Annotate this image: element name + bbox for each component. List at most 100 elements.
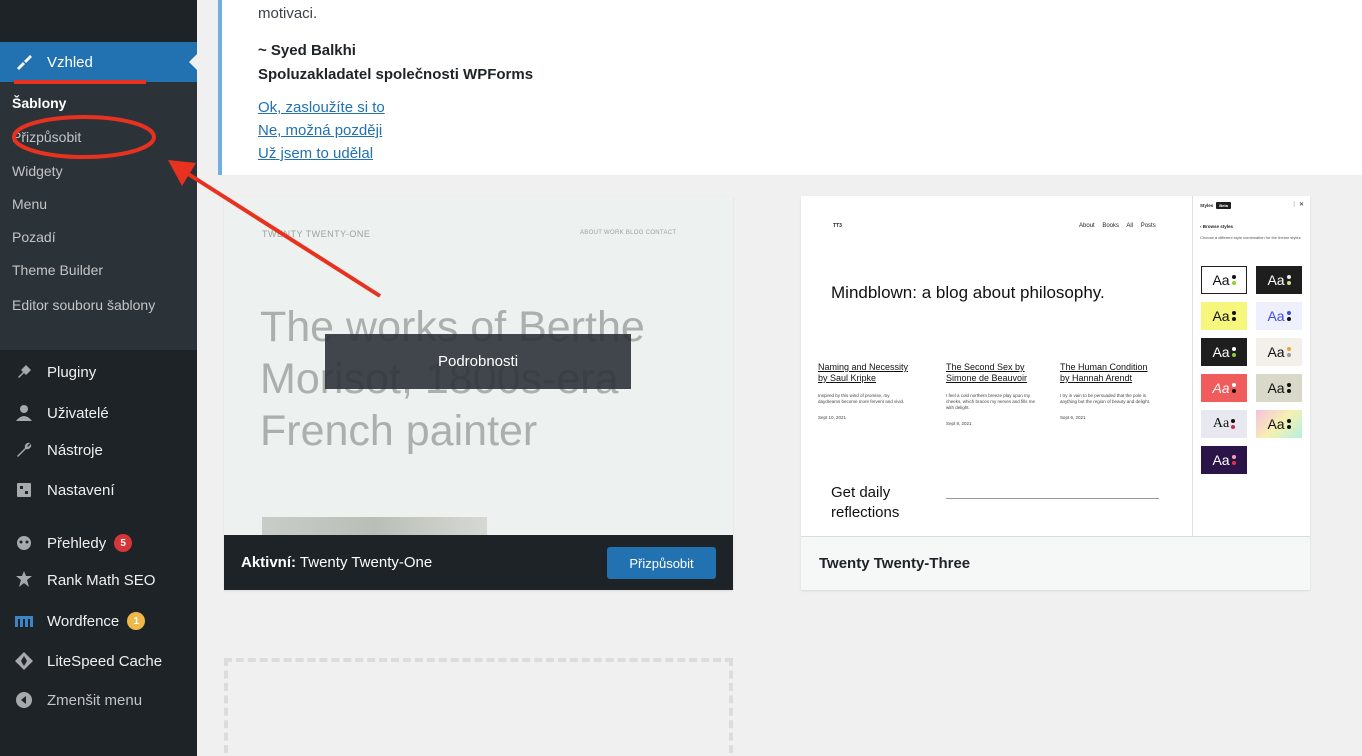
customize-button[interactable]: Přizpůsobit — [607, 547, 716, 579]
menu-nastaveni-label: Nastavení — [47, 481, 115, 499]
prehledy-badge: 5 — [114, 534, 133, 552]
users-icon — [14, 403, 34, 423]
litespeed-icon — [14, 651, 34, 671]
menu-nastaveni[interactable]: Nastavení — [0, 470, 197, 510]
preview-post-title: The Human Condition by Hannah Arendt — [1060, 362, 1148, 383]
swatch-label: Aa — [1212, 344, 1230, 360]
theme-card-twenty-twenty-one[interactable]: TWENTY TWENTY-ONE ABOUT WORK BLOG CONTAC… — [224, 196, 733, 590]
admin-sidebar: Vzhled Šablony Přizpůsobit Widgety Menu … — [0, 0, 197, 756]
styles-panel: Styles Beta ⋮ ✕ ‹ Browse styles Choose a … — [1192, 196, 1310, 536]
preview-post-title: Naming and Necessity by Saul Kripke — [818, 362, 909, 383]
menu-nastroje[interactable]: Nástroje — [0, 430, 197, 470]
preview-post-date: Sept 6, 2021 — [1060, 415, 1086, 420]
swatch-label: Aa — [1267, 344, 1285, 360]
theme-card-twenty-twenty-three[interactable]: TT3 About Books All Posts Mindblown: a b… — [801, 196, 1310, 590]
swatch-label: Aa — [1212, 452, 1230, 468]
menu-wordfence[interactable]: Wordfence 1 — [0, 601, 197, 641]
add-new-theme-card[interactable] — [224, 658, 733, 756]
browse-styles: ‹ Browse styles — [1200, 224, 1234, 229]
menu-rank-math[interactable]: Rank Math SEO — [0, 560, 197, 600]
style-swatch: Aa — [1201, 338, 1247, 366]
wordfence-badge: 1 — [127, 612, 146, 630]
active-prefix: Aktivní: — [241, 554, 297, 571]
menu-uzivatele-label: Uživatelé — [47, 404, 109, 422]
style-swatch: Aa — [1256, 338, 1302, 366]
preview-logo: TT3 — [833, 223, 842, 229]
menu-pluginy[interactable]: Pluginy — [0, 352, 197, 392]
rank-math-icon — [14, 570, 34, 590]
submenu-theme-builder[interactable]: Theme Builder — [12, 262, 103, 278]
submenu-widgety[interactable]: Widgety — [12, 163, 63, 179]
preview-post-excerpt: I try in vain to be persuaded that the p… — [1060, 393, 1151, 404]
active-theme-name: Twenty Twenty-One — [299, 554, 433, 571]
collapse-icon — [14, 690, 34, 710]
active-theme-label: Aktivní: Twenty Twenty-One — [241, 554, 432, 571]
brush-icon — [14, 52, 34, 72]
swatch-label: Aa — [1267, 380, 1285, 396]
menu-nastroje-label: Nástroje — [47, 441, 103, 459]
preview-daily: Get daily reflections — [831, 484, 900, 521]
current-menu-arrow — [189, 54, 197, 70]
style-swatch: Aa — [1201, 302, 1247, 330]
submenu-pozadi[interactable]: Pozadí — [12, 229, 56, 245]
menu-litespeed[interactable]: LiteSpeed Cache — [0, 641, 197, 681]
preview-post-excerpt: Inspired by this wind of promise, my day… — [818, 393, 905, 404]
wrench-icon — [14, 440, 34, 460]
preview-brand: TWENTY TWENTY-ONE — [262, 229, 371, 239]
submenu-menu[interactable]: Menu — [12, 196, 47, 212]
settings-icon — [14, 480, 34, 500]
preview-photo — [262, 517, 487, 535]
submenu-prizpusobit[interactable]: Přizpůsobit — [12, 129, 81, 145]
menu-prehledy-label: Přehledy — [47, 534, 107, 552]
swatch-label: Aa — [1212, 272, 1230, 288]
theme-details-button[interactable]: Podrobnosti — [325, 334, 631, 389]
styles-beta-badge: Beta — [1216, 202, 1231, 209]
preview-title: Mindblown: a blog about philosophy. — [831, 283, 1105, 302]
theme-name: Twenty Twenty-Three — [819, 555, 971, 572]
menu-pluginy-label: Pluginy — [47, 363, 97, 381]
swatch-label: Aa — [1212, 416, 1230, 431]
swatch-label: Aa — [1267, 308, 1285, 324]
review-notice: motivaci. ~ Syed Balkhi Spoluzakladatel … — [218, 0, 1362, 175]
notice-link-ok[interactable]: Ok, zasloužíte si to — [258, 99, 385, 116]
vzhled-submenu: Šablony Přizpůsobit Widgety Menu Pozadí … — [0, 82, 197, 350]
menu-collapse[interactable]: Zmenšit menu — [0, 680, 197, 720]
preview-post: The Second Sex by Simone de Beauvoir I f… — [946, 362, 1040, 426]
styles-close-icon: ⋮ ✕ — [1291, 202, 1304, 208]
menu-rank-math-label: Rank Math SEO — [47, 571, 156, 589]
theme-footer: Twenty Twenty-Three — [801, 536, 1310, 590]
menu-litespeed-label: LiteSpeed Cache — [47, 652, 163, 670]
style-swatch: Aa — [1256, 374, 1302, 402]
menu-collapse-label: Zmenšit menu — [47, 691, 143, 709]
monsterinsights-icon — [14, 533, 34, 553]
notice-author-role: Spoluzakladatel společnosti WPForms — [258, 66, 534, 83]
menu-vzhled[interactable]: Vzhled — [0, 42, 197, 82]
styles-title: Styles Beta — [1200, 202, 1231, 209]
style-swatch: Aa — [1256, 410, 1302, 438]
preview-divider — [946, 498, 1159, 499]
style-swatch: Aa — [1201, 410, 1247, 438]
menu-prehledy[interactable]: Přehledy 5 — [0, 523, 197, 563]
preview-post-date: Sept 8, 2021 — [946, 421, 972, 426]
plugin-icon — [14, 362, 34, 382]
swatch-label: Aa — [1212, 380, 1230, 396]
wordfence-icon — [14, 611, 34, 631]
style-swatch: Aa — [1201, 266, 1247, 294]
notice-author: ~ Syed Balkhi — [258, 42, 356, 59]
notice-text: motivaci. — [258, 5, 318, 22]
swatch-label: Aa — [1212, 308, 1230, 324]
theme-screenshot-tt3[interactable]: TT3 About Books All Posts Mindblown: a b… — [801, 196, 1310, 536]
notice-link-done[interactable]: Už jsem to udělal — [258, 145, 373, 162]
submenu-editor-sablony[interactable]: Editor souboru šablony — [12, 295, 172, 315]
menu-uzivatele[interactable]: Uživatelé — [0, 393, 197, 433]
submenu-sablony[interactable]: Šablony — [12, 95, 66, 111]
preview-post-date: Sept 10, 2021 — [818, 415, 847, 420]
style-swatch: Aa — [1201, 374, 1247, 402]
menu-wordfence-label: Wordfence — [47, 612, 120, 630]
theme-screenshot[interactable]: TWENTY TWENTY-ONE ABOUT WORK BLOG CONTAC… — [224, 196, 733, 535]
swatch-label: Aa — [1267, 416, 1285, 432]
notice-link-later[interactable]: Ne, možná později — [258, 122, 382, 139]
preview-nav: ABOUT WORK BLOG CONTACT — [580, 230, 677, 236]
browse-styles-text: Browse styles — [1202, 224, 1234, 229]
preview-post: Naming and Necessity by Saul Kripke Insp… — [818, 362, 912, 420]
